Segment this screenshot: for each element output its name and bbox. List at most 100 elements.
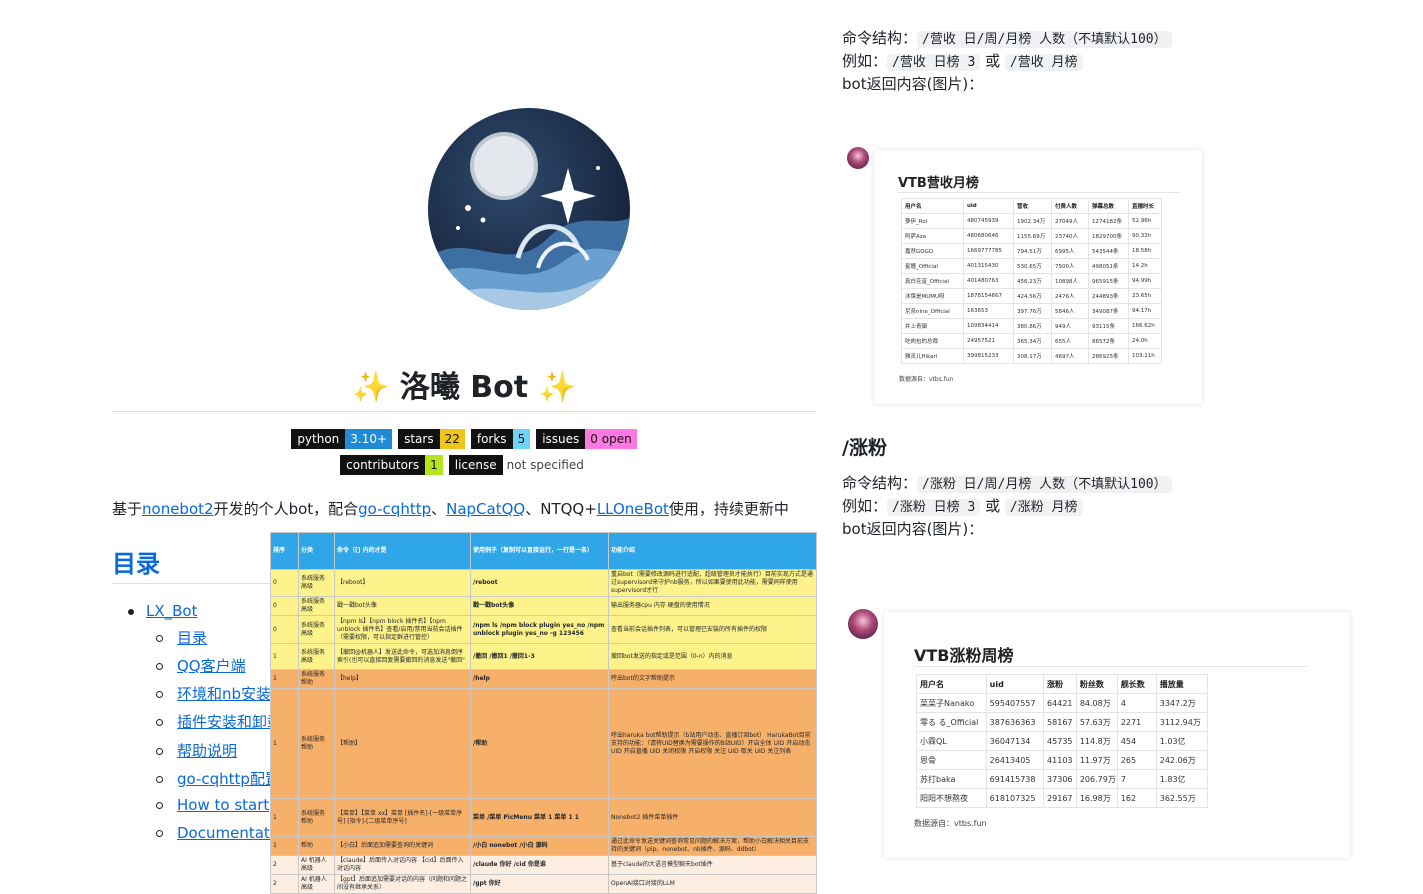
table-cell: 【claude】后面传入对话内容 【cid】后面传入对话内容 [334, 855, 471, 875]
python-badge[interactable]: python 3.10+ [291, 429, 393, 449]
table-row: 恩骨 26413405 41103 11.97万 265 242.06万 [916, 750, 1209, 770]
code-snippet: /营收 日/周/月榜 人数（不填默认100） [917, 31, 1172, 48]
table-cell: 7 [1116, 769, 1157, 789]
table-cell: 【小白】后面追加需要查询的关键词 [334, 836, 471, 856]
table-cell: 286925条 [1088, 348, 1129, 364]
table-cell: 794.51万 [1013, 243, 1052, 259]
circle-bullet-icon [156, 635, 163, 642]
table-cell: 162 [1116, 788, 1157, 808]
table-row: 雅灵儿Hikari 399815233 308.17万 4697人 286925条 103… [901, 348, 1162, 364]
table-cell: 系统服务 帮助 [298, 669, 335, 689]
toc-item: 目录 [156, 627, 207, 648]
issues-badge[interactable]: issues 0 open [536, 429, 637, 449]
table-cell: 94.99h [1128, 273, 1162, 289]
sparkle-icon: ✨ [538, 370, 576, 405]
table-cell: 456.23万 [1013, 273, 1052, 289]
table-cell: 387636363 [985, 712, 1045, 732]
table-cell: 1878154667 [963, 288, 1014, 304]
table-cell: 58167 [1043, 712, 1077, 732]
table-cell: Nonebot2 插件菜单插件 [608, 798, 817, 837]
card-title-divider [914, 666, 1308, 667]
table-row: 2 AI 机器人 高级 【claude】后面传入对话内容 【cid】后面传入对话内容… [270, 855, 817, 875]
badge-row-1: python 3.10+ stars 22 forks 5 issues 0 open [112, 429, 816, 449]
revenue-syntax-line: 命令结构：/营收 日/周/月榜 人数（不填默认100） [842, 27, 1172, 51]
bot-avatar [848, 609, 878, 639]
code-snippet: /营收 日榜 3 [887, 54, 981, 71]
table-row: 2 AI 机器人 高级 【gpt】后面追加需要对话的内容（问题和问题之间没有继承关系… [270, 874, 817, 894]
column-header: 舰长数 [1116, 674, 1157, 694]
table-cell: 454 [1116, 731, 1157, 751]
table-cell: 呼出bot的文字帮助提示 [608, 669, 817, 689]
contributors-badge[interactable]: contributors 1 [340, 455, 443, 475]
table-cell: 86572条 [1088, 333, 1129, 349]
column-header: 命令（[] 内的才是 [334, 532, 471, 570]
stars-badge[interactable]: stars 22 [398, 429, 465, 449]
forks-badge[interactable]: forks 5 [470, 429, 531, 449]
fans-rank-card: VTB涨粉周榜 用户名 uid 涨粉 粉丝数 舰长数 播放量 菜菜子Nanako 595407… [884, 612, 1350, 858]
table-cell: 尼奈nine_Official [901, 303, 964, 319]
table-row: 吃肉包的总裁 24957521 365.34万 655人 86572条 24.0h [901, 333, 1162, 349]
table-cell: 27049人 [1051, 213, 1089, 229]
column-header: 排序 [270, 532, 299, 570]
table-cell: /帮助 [470, 688, 609, 799]
table-cell: 16.98万 [1075, 788, 1118, 808]
toc-item: go-cqhttp配置 [156, 768, 280, 789]
table-cell: 90.33h [1128, 228, 1162, 244]
table-cell: 菜菜子Nanako [916, 693, 987, 713]
table-cell: 498051条 [1088, 258, 1129, 274]
table-cell: 543544条 [1088, 243, 1129, 259]
table-cell: 206.79万 [1075, 769, 1118, 789]
nonebot2-link[interactable]: nonebot2 [142, 500, 214, 518]
code-snippet: /涨粉 日/周/月榜 人数（不填默认100） [917, 476, 1172, 493]
table-cell: 7500人 [1051, 258, 1089, 274]
table-cell: 1274182条 [1088, 213, 1129, 229]
table-cell: 系统服务 帮助 [298, 798, 335, 837]
table-cell: 基于claude的大语言模型聊天bot插件 [608, 855, 817, 875]
table-row: 1 系统服务 高级 【撤回@机器人】发送此命令，可选加消息倒序索引(也可以直接回复需… [270, 643, 817, 670]
circle-bullet-icon [156, 748, 163, 755]
table-cell: 雅灵儿Hikari [901, 348, 964, 364]
column-header: 播放量 [1155, 674, 1209, 694]
table-cell: 24957521 [963, 333, 1014, 349]
table-row: 真白花音_Official 401480763 456.23万 10898人 96591… [901, 273, 1162, 289]
table-cell: 系统服务 帮助 [298, 688, 335, 799]
table-cell: 戳一戳bot头像 [334, 596, 471, 616]
table-cell: 242.06万 [1155, 750, 1209, 770]
table-cell: 64421 [1043, 693, 1077, 713]
table-cell: 166.62h [1128, 318, 1162, 334]
table-row: 菜菜子Nanako 595407557 64421 84.08万 4 3347.2万 [916, 693, 1209, 713]
circle-bullet-icon [156, 663, 163, 670]
llonebot-link[interactable]: LLOneBot [597, 500, 669, 518]
title-divider [112, 411, 816, 412]
go-cqhttp-link[interactable]: go-cqhttp [358, 500, 431, 518]
revenue-return-line: bot返回内容(图片)： [842, 75, 984, 93]
fans-return-line: bot返回内容(图片)： [842, 520, 984, 538]
circle-bullet-icon [156, 776, 163, 783]
table-cell: 帮助 [298, 836, 335, 856]
table-row: 0 系统服务 高级 戳一戳bot头像 戳一戳bot头像 输出服务器cpu 内存 硬盘的使… [270, 596, 817, 616]
table-cell: 29167 [1043, 788, 1077, 808]
table-cell: 401480763 [963, 273, 1014, 289]
table-cell: 3347.2万 [1155, 693, 1209, 713]
table-cell: 1829700条 [1088, 228, 1129, 244]
command-table: 排序 分类 命令（[] 内的才是 使用例子（复制可以直接运行，一行是一条） 功能… [270, 532, 817, 894]
table-cell: 94.17h [1128, 303, 1162, 319]
readme-title: ✨ 洛曦 Bot ✨ [112, 362, 816, 406]
table-cell: 365.34万 [1013, 333, 1052, 349]
table-cell: 1 [270, 643, 299, 670]
table-cell: 重启bot（需要修改源码进行适配，超级管理员才能执行）目前实现方式是通过supe… [608, 569, 817, 597]
table-cell: 399815233 [963, 348, 1014, 364]
table-cell: 308.17万 [1013, 348, 1052, 364]
napcatqq-link[interactable]: NapCatQQ [446, 500, 525, 518]
license-badge[interactable]: license not specified [448, 455, 588, 475]
table-cell: 103.11h [1128, 348, 1162, 364]
table-cell: 397.76万 [1013, 303, 1052, 319]
bot-name: 洛曦 Bot [399, 370, 529, 405]
column-header: uid [963, 198, 1014, 214]
table-cell: 37306 [1043, 769, 1077, 789]
table-cell: 1.83亿 [1155, 769, 1209, 789]
table-cell: 【帮助】 [334, 688, 471, 799]
table-cell: 系统服务 高级 [298, 569, 335, 597]
table-cell: 嘉然GOGO [901, 243, 964, 259]
table-cell: 零る る_Official [916, 712, 987, 732]
